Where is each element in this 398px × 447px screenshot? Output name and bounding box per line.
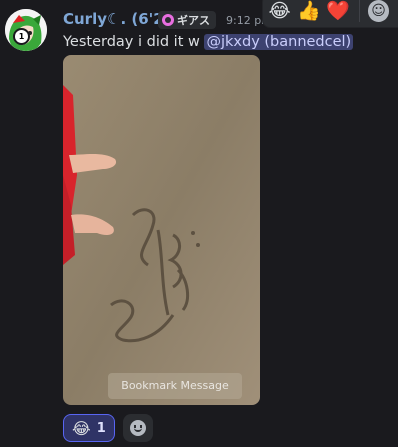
avatar-status-badge: 1 <box>13 28 30 45</box>
role-tag[interactable]: ギアス <box>158 11 216 29</box>
chat-message: 1 Curly☾. (6'2) ギアス 9:12 pm 😂 👍 ❤️ ☺ ⇤ Y… <box>0 0 398 447</box>
user-mention[interactable]: @jkxdy (bannedcel) <box>204 34 354 50</box>
reaction-count: 1 <box>96 420 106 436</box>
role-tag-label: ギアス <box>177 14 210 27</box>
toolbar-divider <box>358 0 360 22</box>
bookmark-message-tooltip[interactable]: Bookmark Message <box>108 373 242 399</box>
add-reaction-icon[interactable]: ☺ <box>367 0 390 22</box>
role-icon <box>162 14 174 26</box>
message-text: Yesterday i did it w <box>63 34 205 50</box>
message-content: Yesterday i did it w @jkxdy (bannedcel) <box>63 34 354 50</box>
beach-photo-image <box>63 55 260 405</box>
smile-icon <box>129 420 146 436</box>
username[interactable]: Curly☾. (6'2) <box>63 10 171 28</box>
reaction-laughing[interactable]: 😂 1 <box>63 414 115 442</box>
message-hover-toolbar: 😂 👍 ❤️ ☺ ⇤ <box>262 0 398 28</box>
reactions-bar: 😂 1 <box>63 414 153 442</box>
add-reaction-button[interactable] <box>122 414 153 442</box>
image-attachment[interactable]: Bookmark Message <box>63 55 260 405</box>
laughing-emoji: 😂 <box>72 418 91 438</box>
heart-emoji-reaction-button[interactable]: ❤️ <box>326 0 351 24</box>
thumbs-up-emoji-reaction-button[interactable]: 👍 <box>296 0 321 24</box>
laughing-emoji-reaction-button[interactable]: 😂 <box>267 0 292 24</box>
